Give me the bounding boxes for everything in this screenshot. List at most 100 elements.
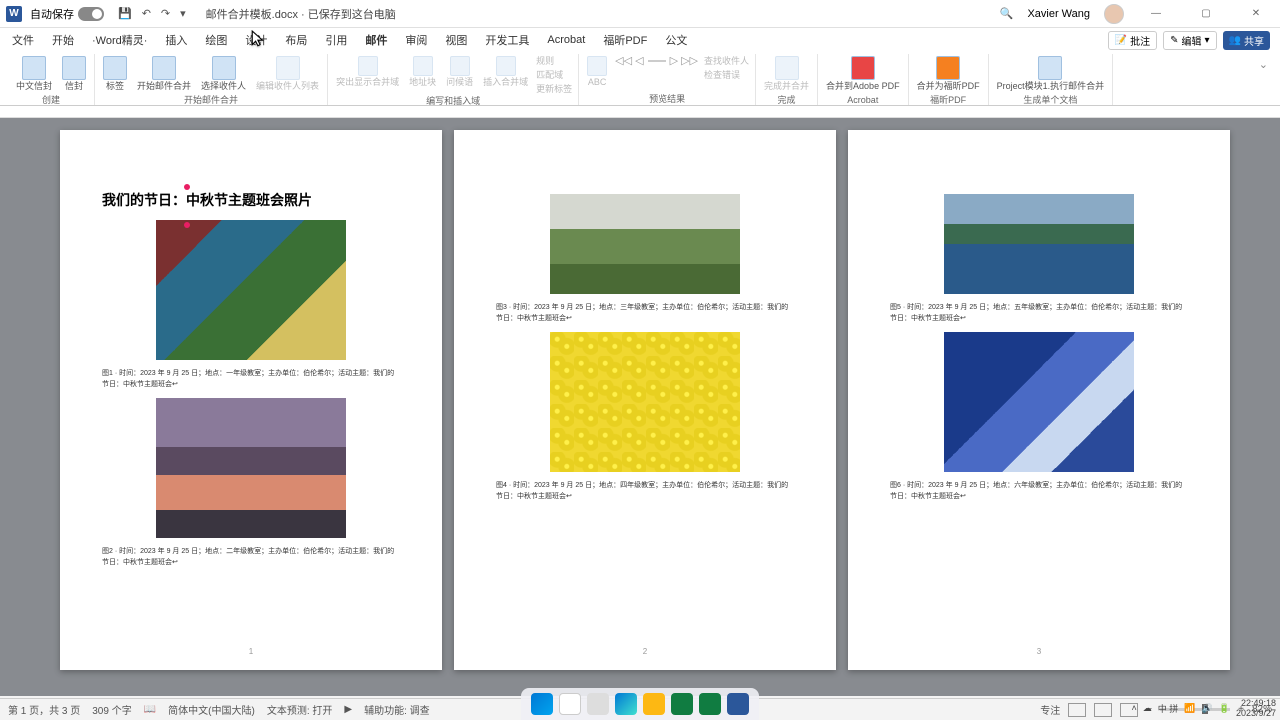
editing-mode-button[interactable]: ✎ 编辑 ▾ [1163, 31, 1216, 50]
accessibility-check[interactable]: 辅助功能: 调查 [364, 702, 430, 717]
tab-file[interactable]: 文件 [10, 30, 36, 50]
tab-references[interactable]: 引用 [323, 30, 349, 50]
avatar[interactable] [1104, 4, 1124, 24]
tray-chevron-icon[interactable]: ˄ [1132, 703, 1137, 713]
redo-icon[interactable]: ↷ [161, 7, 170, 20]
excel-icon[interactable] [671, 693, 693, 715]
search-button[interactable] [559, 693, 581, 715]
group-label: 福昕PDF [930, 93, 966, 106]
caption-3[interactable]: 图3 · 时间：2023 年 9 月 25 日；地点：三年级教室；主办单位：伯伦… [496, 302, 794, 324]
field-icon [496, 56, 516, 76]
list-icon [276, 56, 300, 80]
tab-foxit[interactable]: 福昕PDF [601, 30, 649, 50]
page-number: 2 [643, 647, 647, 656]
image-2[interactable] [156, 398, 346, 538]
select-recipients-button[interactable]: 选择收件人 [199, 54, 248, 93]
tab-home[interactable]: 开始 [50, 30, 76, 50]
greeting-button: 问候语 [444, 54, 475, 89]
chinese-envelope-button[interactable]: 中文信封 [14, 54, 54, 93]
collapse-ribbon-button[interactable]: ⌄ [1255, 54, 1272, 105]
image-4[interactable] [550, 332, 740, 472]
preview-results-button: ABC [585, 54, 609, 89]
image-5[interactable] [944, 194, 1134, 294]
finish-merge-button: 完成并合并 [762, 54, 811, 93]
comments-button[interactable]: 📝 批注 [1108, 31, 1157, 50]
close-button[interactable]: ✕ [1238, 2, 1274, 26]
merge-adobe-pdf-button[interactable]: 合并到Adobe PDF [824, 54, 902, 93]
caption-5[interactable]: 图5 · 时间：2023 年 9 月 25 日；地点：五年级教室；主办单位：伯伦… [890, 302, 1188, 324]
labels-button[interactable]: 标签 [101, 54, 129, 93]
clock-date[interactable]: 2023/9/27 [1236, 708, 1276, 718]
image-3[interactable] [550, 194, 740, 294]
merge-foxit-pdf-button[interactable]: 合并为福昕PDF [915, 54, 982, 93]
word-count[interactable]: 309 个字 [92, 702, 131, 717]
macro-icon[interactable]: ▶ [344, 704, 352, 715]
caption-1[interactable]: 图1 · 时间：2023 年 9 月 25 日；地点：一年级教室；主办单位：伯伦… [102, 368, 400, 390]
finish-icon [775, 56, 799, 80]
read-mode-button[interactable] [1068, 703, 1086, 717]
tab-gongwen[interactable]: 公文 [663, 30, 689, 50]
highlight-icon [358, 56, 378, 76]
tab-developer[interactable]: 开发工具 [483, 30, 531, 50]
minimize-button[interactable]: — [1138, 2, 1174, 26]
focus-mode-button[interactable]: 专注 [1040, 702, 1060, 717]
start-button[interactable] [531, 693, 553, 715]
maximize-button[interactable]: ▢ [1188, 2, 1224, 26]
caption-4[interactable]: 图4 · 时间：2023 年 9 月 25 日；地点：四年级教室；主办单位：伯伦… [496, 480, 794, 502]
edge-icon[interactable] [615, 693, 637, 715]
clock-time[interactable]: 22:49:18 [1236, 698, 1276, 708]
image-6[interactable] [944, 332, 1134, 472]
start-merge-button[interactable]: 开始邮件合并 [135, 54, 193, 93]
windows-taskbar[interactable] [521, 688, 759, 720]
horizontal-ruler[interactable] [0, 106, 1280, 118]
language-indicator[interactable]: 简体中文(中国大陆) [168, 702, 255, 717]
ime-indicator[interactable]: 中 拼 [1158, 702, 1179, 715]
tab-view[interactable]: 视图 [443, 30, 469, 50]
tab-insert[interactable]: 插入 [163, 30, 189, 50]
tab-draw[interactable]: 绘图 [203, 30, 229, 50]
envelope-button[interactable]: 信封 [60, 54, 88, 93]
tab-mailings[interactable]: 邮件 [363, 30, 389, 50]
tab-acrobat[interactable]: Acrobat [545, 32, 587, 48]
autosave-toggle[interactable] [78, 7, 104, 21]
autosave-control[interactable]: 自动保存 [30, 6, 104, 22]
save-icon[interactable]: 💾 [118, 7, 132, 20]
document-heading[interactable]: 我们的节日：中秋节主题班会照片 [102, 190, 400, 210]
update-labels-button: 更新标签 [536, 82, 572, 95]
battery-icon[interactable]: 🔋 [1219, 703, 1230, 714]
user-name[interactable]: Xavier Wang [1027, 8, 1090, 20]
task-view-button[interactable] [587, 693, 609, 715]
explorer-icon[interactable] [643, 693, 665, 715]
word-icon[interactable] [727, 693, 749, 715]
document-title[interactable]: 邮件合并模板.docx · 已保存到这台电脑 [206, 6, 396, 22]
onedrive-icon[interactable]: ☁ [1143, 703, 1152, 714]
tab-wordwizard[interactable]: ·Word精灵· [90, 30, 149, 50]
title-bar: W 自动保存 💾 ↶ ↷ ▾ 邮件合并模板.docx · 已保存到这台电脑 🔍 … [0, 0, 1280, 28]
page-2[interactable]: 图3 · 时间：2023 年 9 月 25 日；地点：三年级教室；主办单位：伯伦… [454, 130, 836, 670]
text-prediction[interactable]: 文本预测: 打开 [267, 702, 333, 717]
page-3[interactable]: 图5 · 时间：2023 年 9 月 25 日；地点：五年级教室；主办单位：伯伦… [848, 130, 1230, 670]
spellcheck-icon[interactable]: 📖 [144, 704, 156, 715]
undo-icon[interactable]: ↶ [142, 7, 151, 20]
page-indicator[interactable]: 第 1 页，共 3 页 [8, 702, 80, 717]
share-button[interactable]: 👥 共享 [1223, 31, 1270, 50]
system-tray[interactable]: ˄ ☁ 中 拼 📶 🔊 🔋 22:49:18 2023/9/27 [1132, 698, 1276, 718]
caption-6[interactable]: 图6 · 时间：2023 年 9 月 25 日；地点：六年级教室；主办单位：伯伦… [890, 480, 1188, 502]
wifi-icon[interactable]: 📶 [1184, 703, 1195, 714]
page-1[interactable]: 我们的节日：中秋节主题班会照片 图1 · 时间：2023 年 9 月 25 日；… [60, 130, 442, 670]
pdf-icon [936, 56, 960, 80]
tab-review[interactable]: 审阅 [403, 30, 429, 50]
tab-layout[interactable]: 布局 [283, 30, 309, 50]
volume-icon[interactable]: 🔊 [1202, 703, 1213, 714]
search-icon[interactable]: 🔍 [1000, 7, 1014, 20]
print-layout-button[interactable] [1094, 703, 1112, 717]
project-macro-button[interactable]: Project模块1.执行邮件合并 [995, 54, 1107, 93]
pdf-icon [851, 56, 875, 80]
document-area[interactable]: 我们的节日：中秋节主题班会照片 图1 · 时间：2023 年 9 月 25 日；… [0, 118, 1280, 696]
image-1[interactable] [156, 220, 346, 360]
qat-more-icon[interactable]: ▾ [180, 7, 186, 20]
excel-icon[interactable] [699, 693, 721, 715]
caption-2[interactable]: 图2 · 时间：2023 年 9 月 25 日；地点：二年级教室；主办单位：伯伦… [102, 546, 400, 568]
group-label: 生成单个文档 [1023, 93, 1077, 106]
mouse-cursor-icon [250, 30, 268, 48]
